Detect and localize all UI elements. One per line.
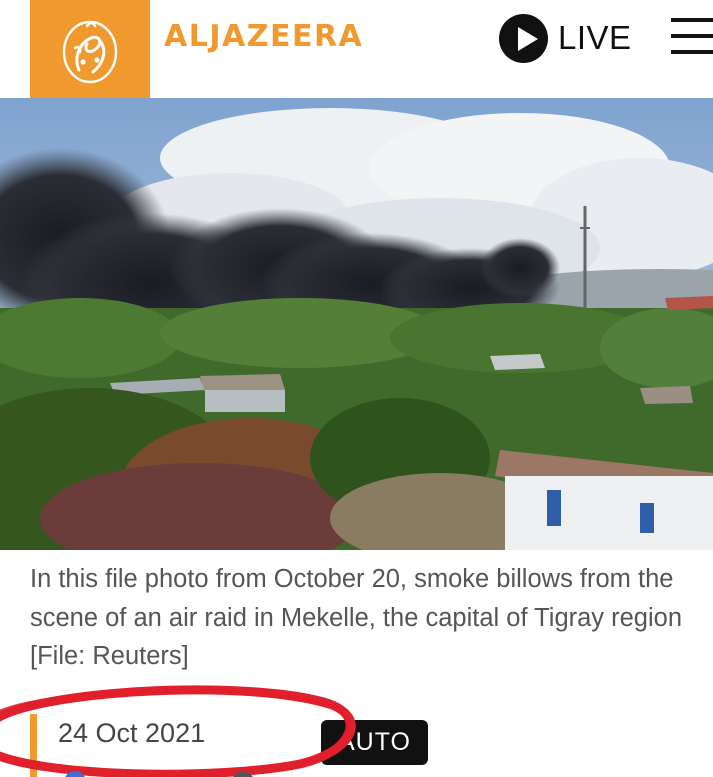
live-label: LIVE <box>558 19 632 56</box>
auto-badge[interactable]: AUTO <box>321 720 428 765</box>
share-icon[interactable] <box>232 771 254 777</box>
menu-line <box>671 18 713 22</box>
menu-line <box>671 34 713 38</box>
share-icon[interactable] <box>64 771 86 777</box>
photo-caption: In this file photo from October 20, smok… <box>30 565 683 670</box>
logo-calligraphy-icon <box>62 20 118 84</box>
hamburger-menu-icon[interactable] <box>671 18 713 56</box>
menu-line <box>671 50 713 54</box>
aljazeera-logo[interactable] <box>30 0 150 98</box>
live-button[interactable]: LIVE <box>499 13 632 63</box>
site-header: ALJAZEERA LIVE <box>0 0 713 98</box>
play-circle-icon <box>499 13 548 63</box>
publish-date: 24 Oct 2021 <box>58 718 206 748</box>
article-photo <box>0 98 713 550</box>
brand-wordmark[interactable]: ALJAZEERA <box>164 19 363 54</box>
date-accent-bar <box>30 714 37 777</box>
